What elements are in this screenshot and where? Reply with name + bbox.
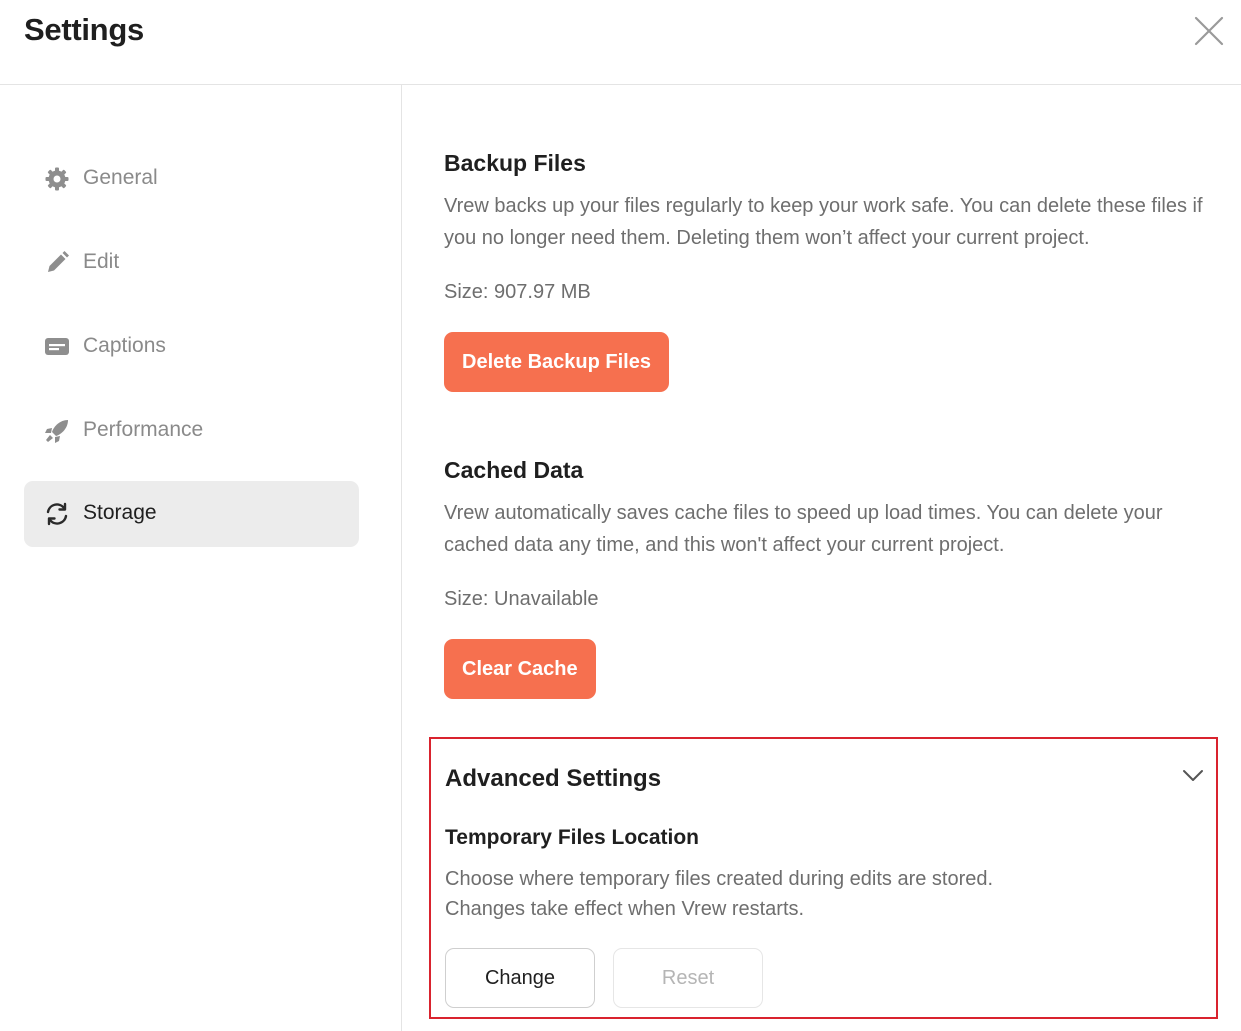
temporary-files-description: Choose where temporary files created dur… (445, 864, 993, 924)
temporary-files-description-line: Changes take effect when Vrew restarts. (445, 898, 805, 920)
sidebar-item-storage[interactable]: Storage (24, 481, 359, 547)
sidebar-item-label: Performance (83, 418, 204, 441)
change-button[interactable]: Change (445, 948, 595, 1008)
backup-files-size: Size: 907.97 MB (444, 281, 591, 303)
advanced-settings-title[interactable]: Advanced Settings (445, 765, 661, 793)
sidebar-item-label: Captions (83, 334, 166, 357)
backup-files-description: Vrew backs up your files regularly to ke… (444, 195, 1203, 249)
storage-panel: Backup Files Vrew backs up your files re… (403, 85, 1241, 1031)
temporary-files-location-title: Temporary Files Location (445, 826, 699, 849)
cached-data-title: Cached Data (444, 457, 584, 483)
sidebar-item-captions[interactable]: Captions (24, 314, 359, 380)
close-icon[interactable] (1190, 12, 1228, 50)
rocket-icon (44, 418, 70, 444)
backup-files-title: Backup Files (444, 150, 586, 176)
advanced-settings-section: Advanced Settings Temporary Files Locati… (429, 737, 1218, 1019)
cached-data-description: Vrew automatically saves cache files to … (444, 502, 1163, 556)
settings-sidebar: General Edit Captions Performance Storag… (0, 85, 402, 1031)
sidebar-item-label: General (83, 166, 158, 189)
sidebar-item-general[interactable]: General (24, 146, 359, 212)
pencil-icon (44, 250, 70, 276)
settings-header: Settings (0, 0, 1241, 85)
temporary-files-description-line: Choose where temporary files created dur… (445, 868, 994, 890)
clear-cache-button[interactable]: Clear Cache (444, 639, 596, 699)
chevron-down-icon[interactable] (1182, 769, 1204, 783)
sidebar-item-label: Storage (83, 501, 157, 524)
captions-icon (44, 334, 70, 360)
cached-data-size: Size: Unavailable (444, 588, 599, 610)
sidebar-item-performance[interactable]: Performance (24, 398, 359, 464)
sidebar-item-edit[interactable]: Edit (24, 230, 359, 296)
reset-button[interactable]: Reset (613, 948, 763, 1008)
sidebar-item-label: Edit (83, 250, 120, 273)
gear-icon (44, 166, 70, 192)
sync-icon (44, 501, 70, 527)
page-title: Settings (24, 12, 144, 47)
delete-backup-files-button[interactable]: Delete Backup Files (444, 332, 669, 392)
